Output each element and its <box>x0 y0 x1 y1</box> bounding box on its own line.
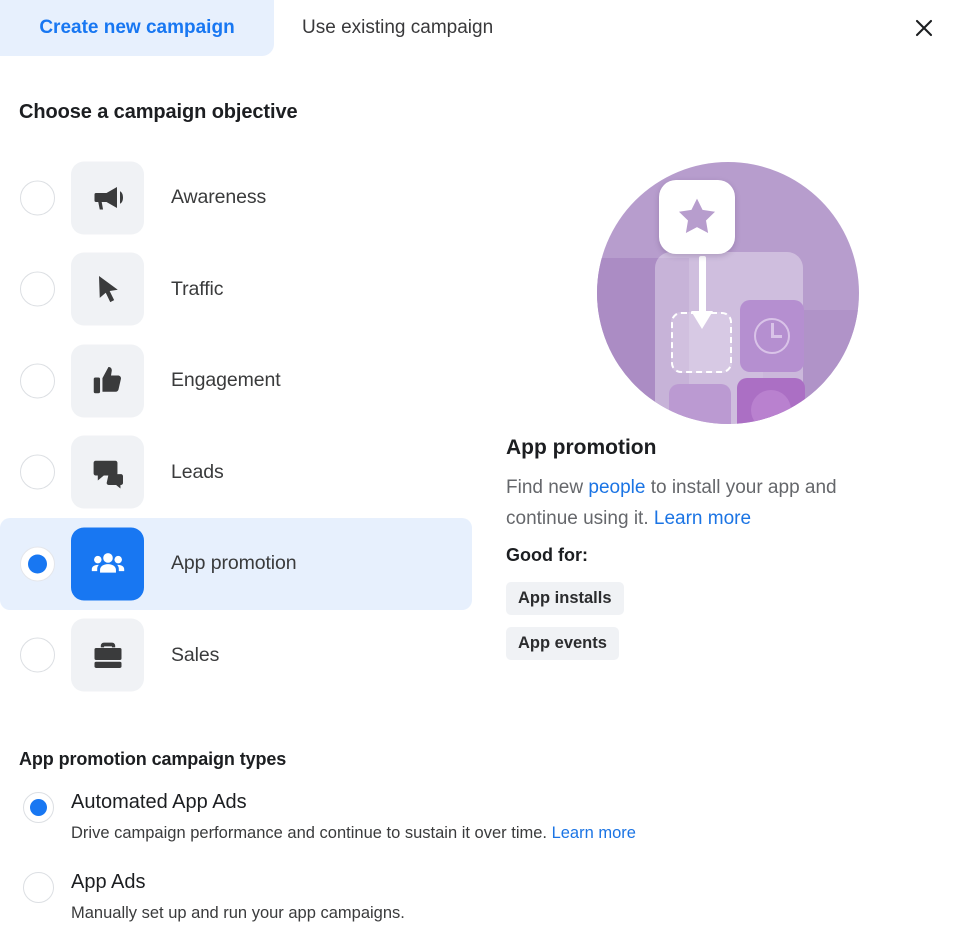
arrow-stem <box>699 256 706 318</box>
badge-app-installs: App installs <box>506 582 624 615</box>
illustration-plain-tile <box>669 384 731 424</box>
campaign-objective-dialog: Create new campaign Use existing campaig… <box>0 0 960 946</box>
close-button[interactable] <box>904 8 944 48</box>
arrow-head <box>691 311 713 329</box>
people-link[interactable]: people <box>588 477 645 498</box>
star-icon <box>678 198 716 234</box>
download-arrow-icon <box>691 256 713 340</box>
objective-label-leads: Leads <box>171 460 224 483</box>
illustration-dark-tile <box>737 378 805 424</box>
campaign-types-heading: App promotion campaign types <box>19 749 287 769</box>
objective-label-awareness: Awareness <box>171 186 267 209</box>
clock-hand-horizontal <box>771 335 782 338</box>
cursor-icon <box>71 252 144 326</box>
briefcase-icon <box>71 618 144 692</box>
people-group-icon <box>71 527 144 601</box>
campaign-type-automated-app-ads[interactable]: Automated App Ads Drive campaign perform… <box>0 786 820 866</box>
thumbs-up-icon <box>71 344 144 418</box>
objective-option-engagement[interactable]: Engagement <box>0 335 480 427</box>
campaign-type-radio-automated-app-ads[interactable] <box>23 792 54 823</box>
campaign-type-description-automated-app-ads: Drive campaign performance and continue … <box>71 824 636 843</box>
tab-create-new-campaign-label: Create new campaign <box>39 17 235 38</box>
campaign-types-list: Automated App Ads Drive campaign perform… <box>0 786 820 946</box>
objective-label-engagement: Engagement <box>171 369 281 392</box>
objective-section-heading: Choose a campaign objective <box>19 101 298 123</box>
campaign-type-desc-text: Drive campaign performance and continue … <box>71 824 552 842</box>
campaign-type-app-ads[interactable]: App Ads Manually set up and run your app… <box>0 866 820 946</box>
detail-desc-part1: Find new <box>506 477 589 498</box>
radio-selected-dot <box>28 554 47 574</box>
objective-radio-engagement[interactable] <box>20 363 55 399</box>
tab-bar: Create new campaign Use existing campaig… <box>0 0 960 56</box>
objective-list: Awareness Traffic Engagement Leads App p… <box>0 152 480 701</box>
illustration-dark-tile-circle <box>751 390 791 424</box>
campaign-type-title-automated-app-ads: Automated App Ads <box>71 791 247 813</box>
radio-selected-dot <box>30 799 47 816</box>
detail-description: Find new people to install your app and … <box>506 472 910 534</box>
campaign-type-radio-app-ads[interactable] <box>23 872 54 903</box>
illustration-star-card <box>659 180 735 254</box>
learn-more-link-detail[interactable]: Learn more <box>654 508 751 529</box>
objective-option-app-promotion[interactable]: App promotion <box>0 518 472 610</box>
objective-radio-sales[interactable] <box>20 637 55 673</box>
illustration-circle <box>597 162 859 424</box>
tab-create-new-campaign[interactable]: Create new campaign <box>0 0 274 56</box>
objective-option-traffic[interactable]: Traffic <box>0 244 480 336</box>
objective-option-leads[interactable]: Leads <box>0 427 480 519</box>
detail-title: App promotion <box>506 436 657 459</box>
app-install-illustration <box>597 162 859 424</box>
objective-radio-traffic[interactable] <box>20 271 55 307</box>
tab-use-existing-campaign-label: Use existing campaign <box>302 17 494 38</box>
objective-label-traffic: Traffic <box>171 277 224 300</box>
objective-label-sales: Sales <box>171 643 220 666</box>
good-for-label: Good for: <box>506 545 588 565</box>
objective-radio-app-promotion[interactable] <box>20 546 55 582</box>
good-for-badges: App installs App events <box>506 582 624 672</box>
campaign-type-title-app-ads: App Ads <box>71 871 146 893</box>
objective-option-sales[interactable]: Sales <box>0 610 480 702</box>
objective-option-awareness[interactable]: Awareness <box>0 152 480 244</box>
close-icon <box>915 19 933 37</box>
objective-radio-awareness[interactable] <box>20 180 55 216</box>
megaphone-icon <box>71 161 144 235</box>
badge-app-events: App events <box>506 627 619 660</box>
illustration-clock-tile <box>740 300 804 372</box>
tab-use-existing-campaign[interactable]: Use existing campaign <box>274 0 554 56</box>
speech-bubbles-icon <box>71 435 144 509</box>
objective-label-app-promotion: App promotion <box>171 552 297 575</box>
learn-more-link-automated-app-ads[interactable]: Learn more <box>552 824 636 842</box>
objective-radio-leads[interactable] <box>20 454 55 490</box>
campaign-type-description-app-ads: Manually set up and run your app campaig… <box>71 904 405 922</box>
